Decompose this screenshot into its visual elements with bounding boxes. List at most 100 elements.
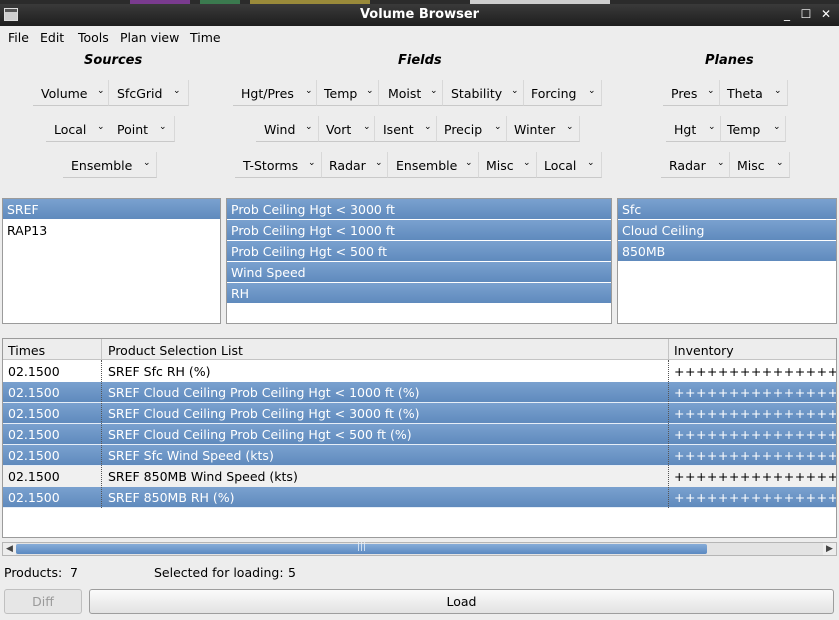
- list-item[interactable]: Prob Ceiling Hgt < 1000 ft: [227, 220, 611, 241]
- product-table[interactable]: Times Product Selection List Inventory 0…: [2, 338, 837, 538]
- minimize-icon[interactable]: _: [779, 6, 795, 22]
- dropdown-label: Isent: [383, 122, 414, 137]
- source-point-dropdown[interactable]: Point ⌄: [109, 116, 175, 142]
- field-hgt-pres-dropdown[interactable]: Hgt/Pres ⌄: [233, 80, 317, 106]
- scroll-right-icon[interactable]: ▶: [823, 543, 836, 555]
- sources-list[interactable]: SREF RAP13: [2, 198, 221, 324]
- column-header-times[interactable]: Times: [8, 343, 45, 358]
- list-item[interactable]: Prob Ceiling Hgt < 3000 ft: [227, 199, 611, 220]
- table-row[interactable]: 02.1500 SREF 850MB RH (%) ++++++++++++++…: [3, 487, 836, 508]
- dropdown-label: Local: [54, 122, 87, 137]
- dropdown-label: Radar: [669, 158, 706, 173]
- load-button[interactable]: Load: [89, 589, 834, 614]
- field-precip-dropdown[interactable]: Precip ⌄: [437, 116, 507, 142]
- chevron-down-icon: ⌄: [97, 86, 105, 96]
- column-divider[interactable]: [101, 339, 102, 360]
- column-divider: [101, 360, 102, 508]
- cell-time: 02.1500: [8, 427, 60, 442]
- products-label: Products:: [4, 565, 63, 580]
- field-vort-dropdown[interactable]: Vort ⌄: [319, 116, 375, 142]
- dropdown-label: Temp: [324, 86, 358, 101]
- field-misc-dropdown[interactable]: Misc ⌄: [479, 152, 537, 178]
- list-item[interactable]: Wind Speed: [227, 262, 611, 283]
- plane-hgt-dropdown[interactable]: Hgt ⌄: [666, 116, 721, 142]
- dropdown-label: Stability: [451, 86, 503, 101]
- products-count: 7: [70, 565, 78, 580]
- plane-temp-dropdown[interactable]: Temp ⌄: [721, 116, 786, 142]
- dropdown-label: Local: [544, 158, 577, 173]
- table-row[interactable]: 02.1500 SREF Cloud Ceiling Prob Ceiling …: [3, 424, 836, 445]
- dropdown-label: Forcing: [531, 86, 577, 101]
- sources-heading: Sources: [84, 53, 143, 68]
- source-local-dropdown[interactable]: Local ⌄: [46, 116, 112, 142]
- source-ensemble-dropdown[interactable]: Ensemble ⌄: [63, 152, 157, 178]
- field-tstorms-dropdown[interactable]: T-Storms ⌄: [235, 152, 322, 178]
- column-divider[interactable]: [668, 339, 669, 360]
- window-titlebar[interactable]: Volume Browser _ ☐ ✕: [0, 4, 839, 26]
- cell-time: 02.1500: [8, 490, 60, 505]
- maximize-icon[interactable]: ☐: [798, 6, 814, 22]
- list-item[interactable]: RH: [227, 283, 611, 304]
- scrollbar-thumb[interactable]: |||: [16, 542, 707, 554]
- chevron-down-icon: ⌄: [375, 158, 383, 168]
- table-row[interactable]: 02.1500 SREF Sfc Wind Speed (kts) ++++++…: [3, 445, 837, 466]
- chevron-down-icon: ⌄: [707, 86, 715, 96]
- source-sfcgrid-dropdown[interactable]: SfcGrid ⌄: [109, 80, 189, 106]
- list-item[interactable]: Prob Ceiling Hgt < 500 ft: [227, 241, 611, 262]
- cell-time: 02.1500: [8, 448, 60, 463]
- list-item[interactable]: SREF: [3, 199, 220, 220]
- diff-button[interactable]: Diff: [4, 589, 82, 614]
- menu-edit[interactable]: Edit: [40, 30, 64, 45]
- field-winter-dropdown[interactable]: Winter ⌄: [507, 116, 580, 142]
- list-item[interactable]: Sfc: [618, 199, 836, 220]
- menu-file[interactable]: File: [8, 30, 29, 45]
- fields-list[interactable]: Prob Ceiling Hgt < 3000 ft Prob Ceiling …: [226, 198, 612, 324]
- field-radar-dropdown[interactable]: Radar ⌄: [322, 152, 388, 178]
- list-item[interactable]: 850MB: [618, 241, 836, 262]
- menu-plan-view[interactable]: Plan view: [120, 30, 179, 45]
- cell-product: SREF Sfc Wind Speed (kts): [108, 448, 274, 463]
- cell-inventory: ++++++++++++++++++++: [674, 364, 837, 379]
- field-ensemble-dropdown[interactable]: Ensemble ⌄: [388, 152, 479, 178]
- table-row[interactable]: 02.1500 SREF Cloud Ceiling Prob Ceiling …: [3, 382, 836, 403]
- planes-list[interactable]: Sfc Cloud Ceiling 850MB: [617, 198, 837, 324]
- horizontal-scrollbar[interactable]: ◀ ||| ▶: [2, 542, 837, 556]
- column-header-product[interactable]: Product Selection List: [108, 343, 243, 358]
- chevron-down-icon: ⌄: [774, 86, 782, 96]
- dropdown-label: Vort: [326, 122, 352, 137]
- plane-theta-dropdown[interactable]: Theta ⌄: [720, 80, 788, 106]
- dropdown-label: Hgt: [674, 122, 697, 137]
- field-forcing-dropdown[interactable]: Forcing ⌄: [524, 80, 602, 106]
- cell-inventory: ++++++++++++++++++++: [674, 448, 837, 463]
- table-row[interactable]: 02.1500 SREF 850MB Wind Speed (kts) ++++…: [3, 466, 836, 487]
- table-row[interactable]: 02.1500 SREF Cloud Ceiling Prob Ceiling …: [3, 403, 836, 424]
- field-temp-dropdown[interactable]: Temp ⌄: [317, 80, 379, 106]
- plane-pres-dropdown[interactable]: Pres ⌄: [663, 80, 720, 106]
- table-row[interactable]: 02.1500 SREF Sfc RH (%) ++++++++++++++++…: [3, 361, 837, 382]
- chevron-down-icon: ⌄: [424, 122, 432, 132]
- field-isent-dropdown[interactable]: Isent ⌄: [375, 116, 437, 142]
- field-moist-dropdown[interactable]: Moist ⌄: [379, 80, 443, 106]
- list-item[interactable]: RAP13: [3, 220, 220, 241]
- field-local-dropdown[interactable]: Local ⌄: [537, 152, 602, 178]
- plane-radar-dropdown[interactable]: Radar ⌄: [661, 152, 730, 178]
- grip-icon: |||: [357, 542, 367, 552]
- close-icon[interactable]: ✕: [818, 6, 834, 22]
- field-wind-dropdown[interactable]: Wind ⌄: [256, 116, 319, 142]
- source-volume-dropdown[interactable]: Volume ⌄: [33, 80, 109, 106]
- cell-time: 02.1500: [8, 406, 60, 421]
- chevron-down-icon: ⌄: [465, 158, 473, 168]
- menu-tools[interactable]: Tools: [78, 30, 109, 45]
- chevron-down-icon: ⌄: [308, 158, 316, 168]
- planes-heading: Planes: [705, 53, 754, 68]
- plane-misc-dropdown[interactable]: Misc ⌄: [730, 152, 790, 178]
- list-item[interactable]: Cloud Ceiling: [618, 220, 836, 241]
- dropdown-label: Point: [117, 122, 149, 137]
- chevron-down-icon: ⌄: [305, 122, 313, 132]
- column-header-inventory[interactable]: Inventory: [674, 343, 734, 358]
- field-stability-dropdown[interactable]: Stability ⌄: [443, 80, 524, 106]
- chevron-down-icon: ⌄: [717, 158, 725, 168]
- menu-time[interactable]: Time: [190, 30, 221, 45]
- chevron-down-icon: ⌄: [587, 158, 595, 168]
- scroll-left-icon[interactable]: ◀: [3, 543, 16, 555]
